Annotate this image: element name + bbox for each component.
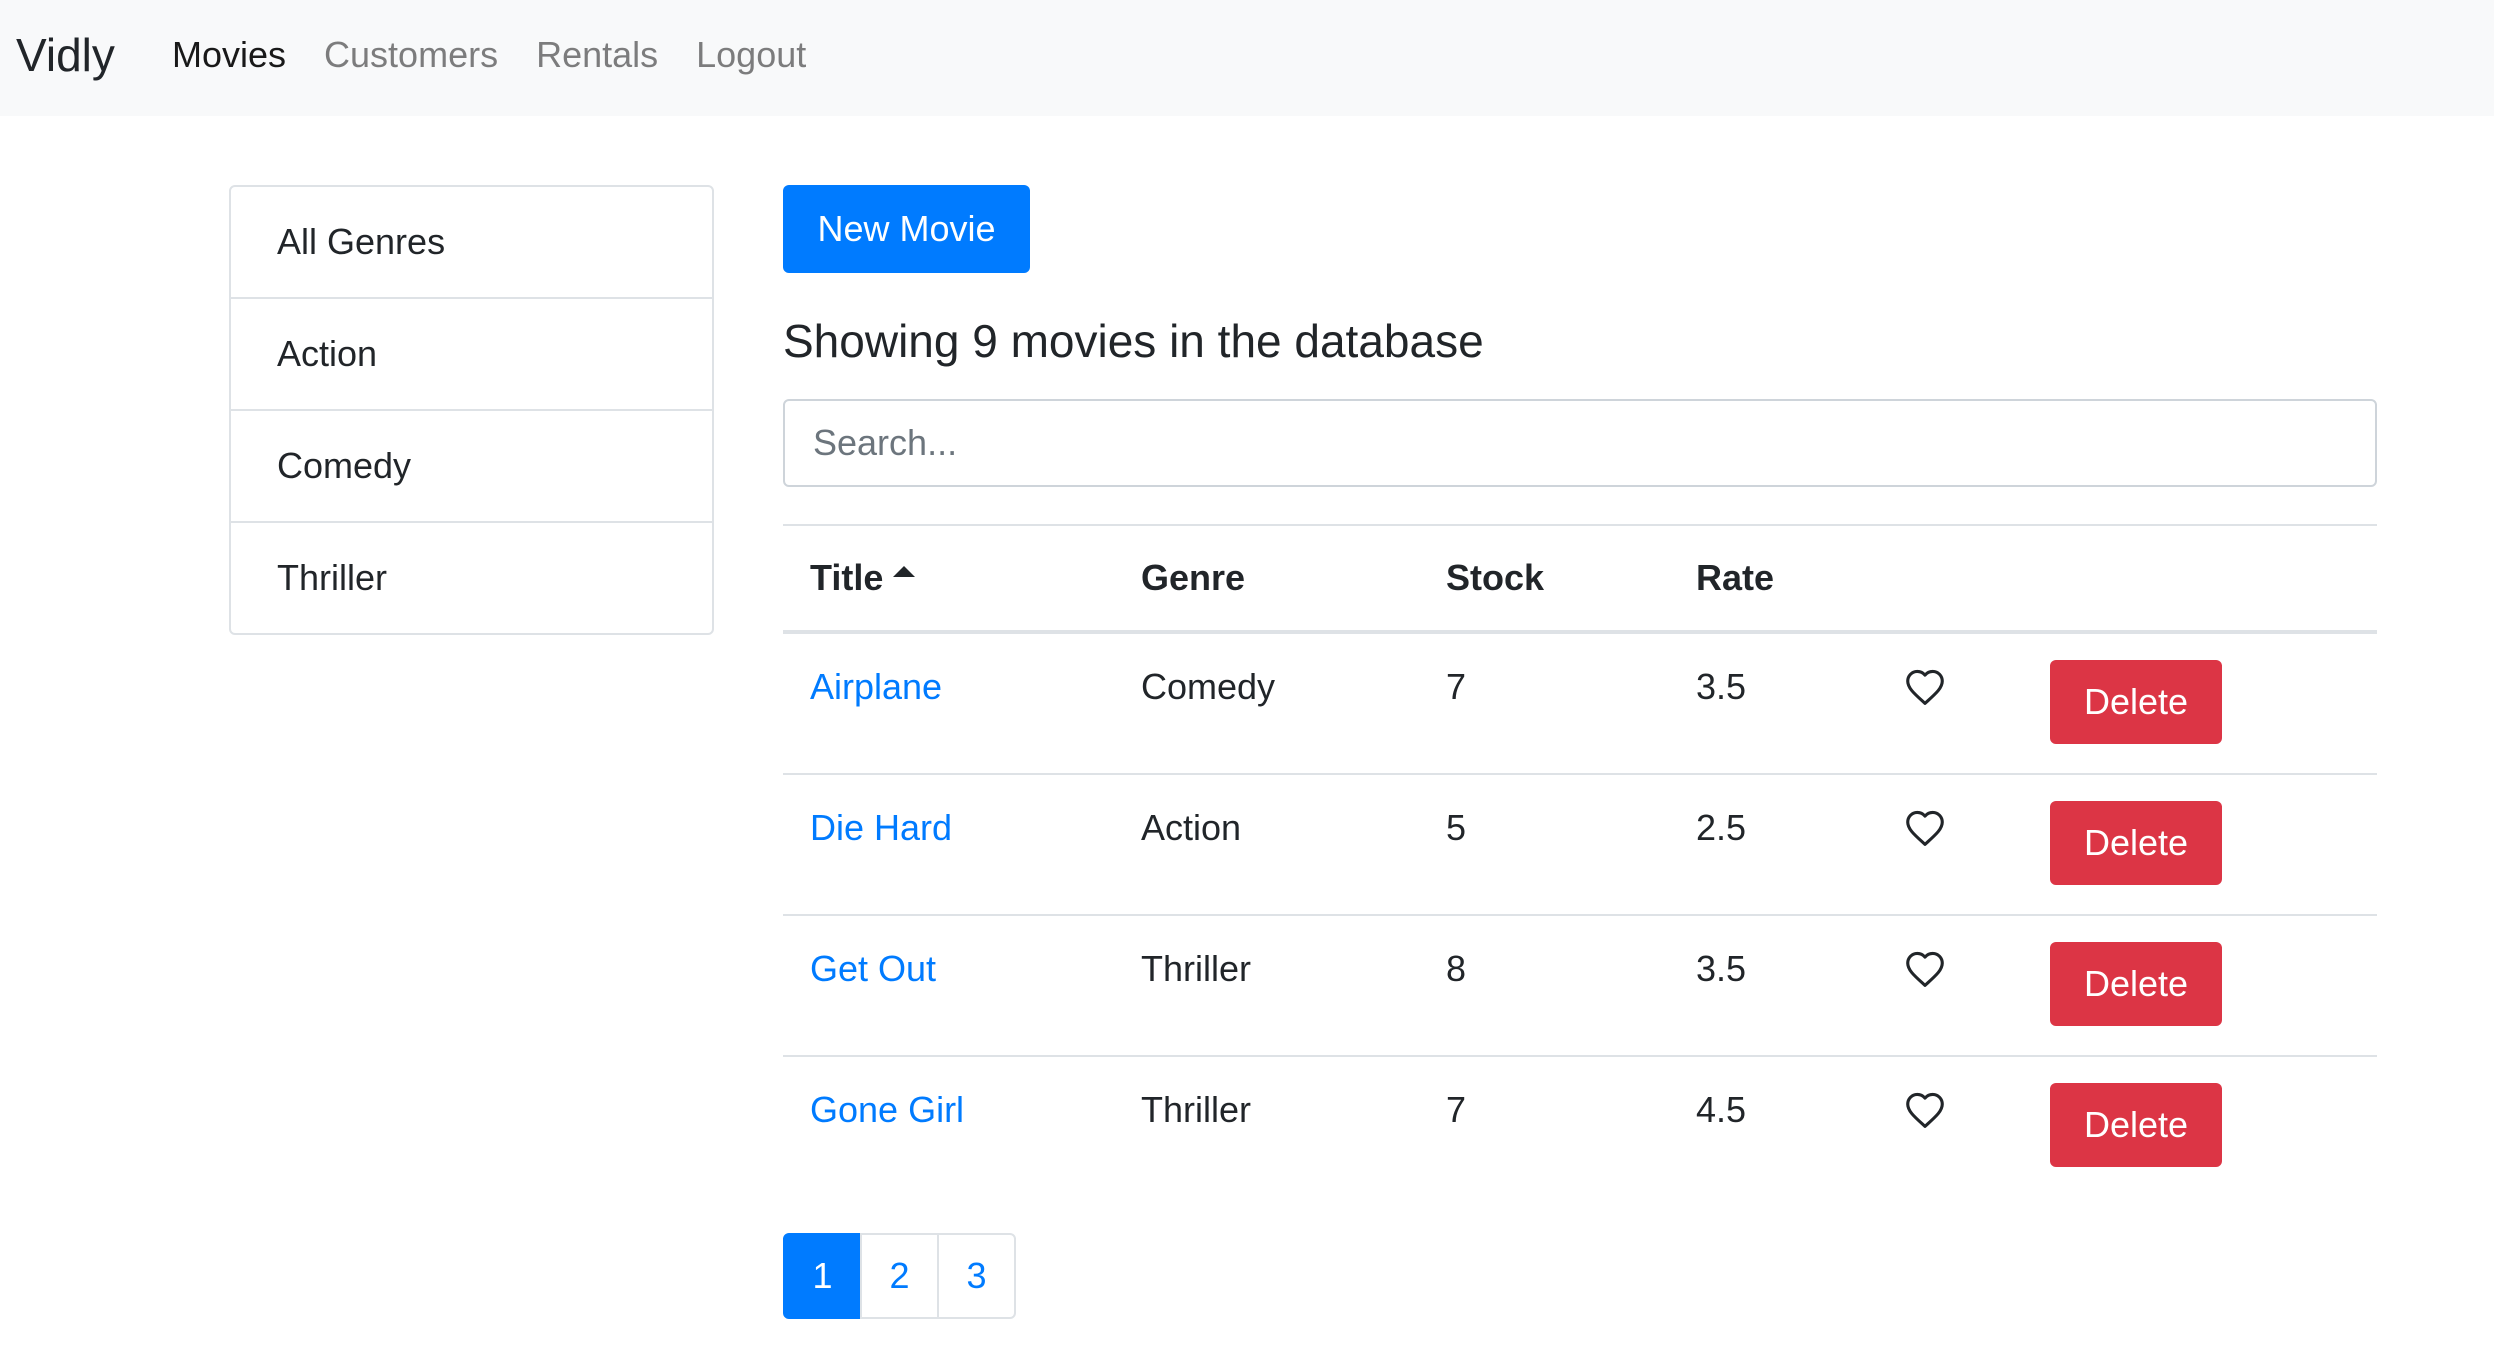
heart-outline-icon[interactable] bbox=[1904, 1091, 1946, 1129]
movie-genre: Thriller bbox=[1141, 948, 1252, 989]
search-input[interactable] bbox=[783, 399, 2377, 487]
nav-link-movies[interactable]: Movies bbox=[172, 30, 286, 80]
movie-stock: 7 bbox=[1446, 1089, 1467, 1130]
table-row: Die Hard Action 5 2.5 Delete bbox=[783, 775, 2377, 916]
brand-logo[interactable]: Vidly bbox=[16, 24, 115, 86]
movie-rate: 4.5 bbox=[1696, 1089, 1747, 1130]
heart-outline-icon[interactable] bbox=[1904, 809, 1946, 847]
delete-button[interactable]: Delete bbox=[2050, 801, 2222, 885]
genre-item-action[interactable]: Action bbox=[231, 299, 712, 411]
column-header-title[interactable]: Title bbox=[810, 526, 916, 630]
page-link-1[interactable]: 1 bbox=[783, 1233, 862, 1319]
column-header-rate[interactable]: Rate bbox=[1696, 526, 1774, 630]
movie-genre: Comedy bbox=[1141, 666, 1276, 707]
movie-rate: 3.5 bbox=[1696, 948, 1747, 989]
table-row: Airplane Comedy 7 3.5 Delete bbox=[783, 634, 2377, 775]
movie-genre: Thriller bbox=[1141, 1089, 1252, 1130]
nav-link-rentals[interactable]: Rentals bbox=[536, 30, 658, 80]
new-movie-button[interactable]: New Movie bbox=[783, 185, 1030, 273]
movie-genre: Action bbox=[1141, 807, 1242, 848]
movie-title-link[interactable]: Airplane bbox=[810, 662, 942, 712]
movie-title-link[interactable]: Get Out bbox=[810, 944, 936, 994]
table-header: Title Genre Stock Rate bbox=[783, 526, 2377, 634]
movie-stock: 7 bbox=[1446, 666, 1467, 707]
table-row: Get Out Thriller 8 3.5 Delete bbox=[783, 916, 2377, 1057]
page-link-3[interactable]: 3 bbox=[937, 1233, 1016, 1319]
heart-outline-icon[interactable] bbox=[1904, 668, 1946, 706]
movie-rate: 2.5 bbox=[1696, 807, 1747, 848]
pagination: 1 2 3 bbox=[783, 1233, 1016, 1319]
delete-button[interactable]: Delete bbox=[2050, 942, 2222, 1026]
movie-title-link[interactable]: Die Hard bbox=[810, 803, 952, 853]
nav-link-customers[interactable]: Customers bbox=[324, 30, 498, 80]
nav-links: Movies Customers Rentals Logout bbox=[172, 30, 844, 80]
genre-list: All Genres Action Comedy Thriller bbox=[229, 185, 714, 635]
page-link-2[interactable]: 2 bbox=[860, 1233, 939, 1319]
delete-button[interactable]: Delete bbox=[2050, 1083, 2222, 1167]
column-header-stock[interactable]: Stock bbox=[1446, 526, 1544, 630]
column-header-title-label: Title bbox=[810, 557, 884, 598]
delete-button[interactable]: Delete bbox=[2050, 660, 2222, 744]
movie-title-link[interactable]: Gone Girl bbox=[810, 1085, 964, 1135]
heart-outline-icon[interactable] bbox=[1904, 950, 1946, 988]
movie-stock: 5 bbox=[1446, 807, 1467, 848]
movie-stock: 8 bbox=[1446, 948, 1467, 989]
genre-item-comedy[interactable]: Comedy bbox=[231, 411, 712, 523]
movie-rate: 3.5 bbox=[1696, 666, 1747, 707]
genre-item-all[interactable]: All Genres bbox=[231, 187, 712, 299]
table-row: Gone Girl Thriller 7 4.5 Delete bbox=[783, 1057, 2377, 1198]
movies-table: Title Genre Stock Rate Airplane Comedy 7… bbox=[783, 524, 2377, 1198]
navbar: Vidly Movies Customers Rentals Logout bbox=[0, 0, 2494, 116]
nav-link-logout[interactable]: Logout bbox=[696, 30, 806, 80]
movie-count-heading: Showing 9 movies in the database bbox=[783, 315, 1484, 367]
caret-up-icon bbox=[893, 565, 916, 577]
genre-item-thriller[interactable]: Thriller bbox=[231, 523, 712, 633]
column-header-genre[interactable]: Genre bbox=[1141, 526, 1245, 630]
